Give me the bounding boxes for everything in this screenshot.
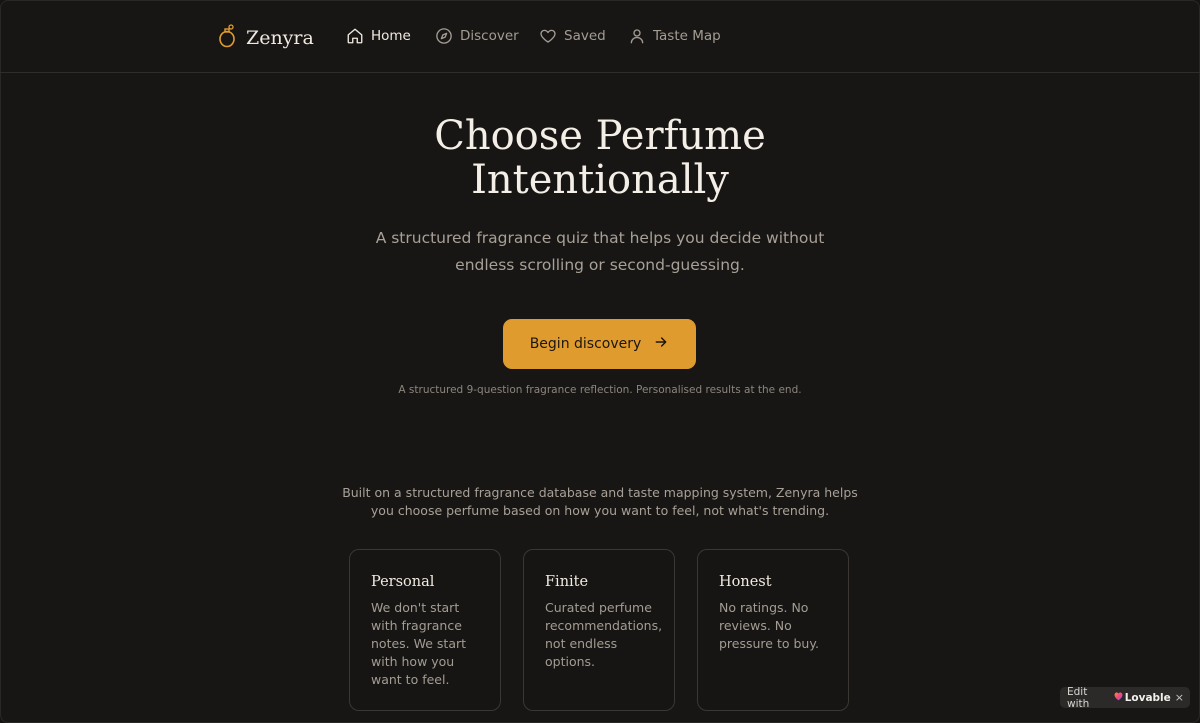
nav-saved-label: Saved (564, 28, 606, 44)
app-window: Zenyra Home Discover Saved Taste Map Cho… (0, 0, 1200, 723)
heart-icon (539, 27, 557, 45)
edit-with-lovable-badge[interactable]: Edit with Lovable × (1060, 685, 1190, 710)
site-header: Zenyra Home Discover Saved Taste Map (0, 0, 1200, 73)
perfume-bottle-icon (218, 24, 236, 52)
logo-text: Zenyra (246, 27, 314, 49)
begin-discovery-button[interactable]: Begin discovery (503, 319, 696, 369)
hero-title-line-2: Intentionally (471, 157, 729, 203)
main-nav: Home Discover Saved Taste Map (346, 27, 721, 45)
feature-card-personal: Personal We don't start with fragrance n… (349, 549, 501, 711)
user-icon (628, 27, 646, 45)
lovable-heart-icon (1114, 692, 1123, 704)
badge-prefix: Edit with (1067, 685, 1090, 710)
nav-discover-label: Discover (460, 28, 519, 44)
close-icon[interactable]: × (1175, 691, 1184, 704)
card-text: Curated perfume recommendations, not end… (545, 600, 663, 669)
card-text: No ratings. No reviews. No pressure to b… (719, 600, 819, 651)
begin-discovery-label: Begin discovery (529, 336, 642, 352)
intro-text: Built on a structured fragrance database… (342, 485, 858, 518)
feature-cards: Personal We don't start with fragrance n… (349, 549, 849, 711)
nav-saved[interactable]: Saved (539, 27, 628, 45)
lovable-brand-label: Lovable (1124, 691, 1171, 704)
lovable-brand: Lovable (1114, 692, 1171, 704)
logo[interactable]: Zenyra (218, 24, 314, 52)
hero-subtitle: A structured fragrance quiz that helps y… (375, 229, 825, 274)
nav-taste-map-label: Taste Map (653, 28, 721, 44)
hero-title-line-1: Choose Perfume (434, 113, 766, 159)
nav-taste-map[interactable]: Taste Map (628, 27, 721, 45)
compass-icon (435, 27, 453, 45)
arrow-right-icon (653, 334, 669, 354)
nav-discover[interactable]: Discover (435, 27, 539, 45)
nav-home[interactable]: Home (346, 27, 435, 45)
card-title: Personal (371, 574, 435, 590)
feature-card-honest: Honest No ratings. No reviews. No pressu… (697, 549, 849, 711)
hero-title: Choose Perfume Intentionally (0, 114, 1200, 202)
card-text: We don't start with fragrance notes. We … (371, 600, 467, 687)
nav-home-label: Home (371, 28, 411, 44)
feature-card-finite: Finite Curated perfume recommendations, … (523, 549, 675, 711)
home-icon (346, 27, 364, 45)
card-title: Finite (545, 574, 589, 590)
cta-note: A structured 9-question fragrance reflec… (398, 384, 802, 396)
card-title: Honest (719, 574, 772, 590)
